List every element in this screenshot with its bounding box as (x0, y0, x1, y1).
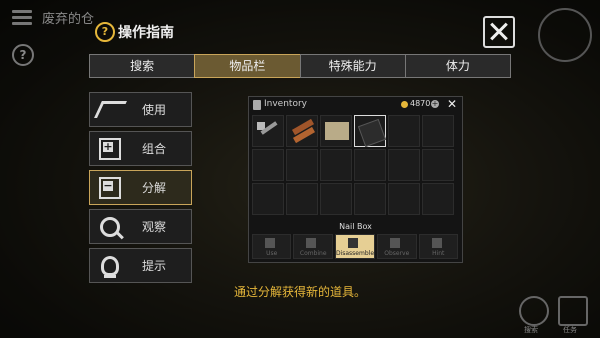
inventory-grid (252, 115, 458, 215)
quest-icon[interactable] (558, 296, 588, 326)
empty-slot[interactable] (388, 183, 420, 215)
tab-stamina[interactable]: 体力 (404, 54, 511, 78)
inv-use-button[interactable]: Use (252, 234, 292, 259)
empty-slot[interactable] (252, 149, 284, 181)
action-use[interactable]: 使用 (89, 92, 192, 127)
action-combine[interactable]: + 组合 (89, 131, 192, 166)
coin-icon (401, 101, 408, 108)
guide-caption: 通过分解获得新的道具。 (233, 285, 366, 299)
empty-slot[interactable] (354, 183, 386, 215)
location-title: 废弃的仓 (42, 12, 95, 27)
empty-slot[interactable] (422, 115, 454, 147)
item-paper-note[interactable] (320, 115, 352, 147)
inv-button-label: Observe (384, 250, 410, 257)
inv-button-label: Combine (299, 250, 327, 257)
inv-button-label: Disassemble (335, 250, 375, 257)
tab-inventory[interactable]: 物品栏 (194, 54, 301, 78)
guide-tabs: 搜索 物品栏 特殊能力 体力 (89, 54, 511, 78)
inventory-window: Inventory 4870 + ✕ Nail Box Use Combine … (248, 96, 463, 263)
magnifier-icon (90, 210, 130, 243)
item-hammer[interactable] (252, 115, 284, 147)
empty-slot[interactable] (320, 149, 352, 181)
empty-slot[interactable] (388, 115, 420, 147)
inventory-badge-icon (253, 100, 261, 110)
tab-search[interactable]: 搜索 (89, 54, 196, 78)
close-button[interactable] (483, 16, 515, 48)
inventory-header: Inventory 4870 + ✕ (249, 97, 462, 113)
action-disassemble[interactable]: − 分解 (89, 170, 192, 205)
empty-slot[interactable] (354, 149, 386, 181)
inv-observe-button[interactable]: Observe (377, 234, 417, 259)
search-icon[interactable] (519, 296, 549, 326)
action-label: 组合 (142, 142, 167, 156)
coin-count: 4870 (410, 99, 431, 108)
action-label: 观察 (142, 220, 167, 234)
search-label: 搜索 (524, 326, 538, 334)
empty-slot[interactable] (422, 183, 454, 215)
inventory-close-icon[interactable]: ✕ (447, 97, 457, 111)
empty-slot[interactable] (252, 183, 284, 215)
disassemble-icon: − (90, 171, 130, 204)
action-hint[interactable]: 提示 (89, 248, 192, 283)
inv-button-label: Hint (432, 250, 445, 257)
tab-special-ability[interactable]: 特殊能力 (299, 54, 406, 78)
guide-title: 操作指南 (118, 25, 174, 41)
combine-icon: + (90, 132, 130, 165)
action-list: 使用 + 组合 − 分解 观察 提示 (89, 92, 192, 287)
action-label: 使用 (142, 103, 167, 117)
compass-icon (538, 8, 592, 62)
inv-combine-button[interactable]: Combine (293, 234, 333, 259)
empty-slot[interactable] (286, 183, 318, 215)
quest-label: 任务 (563, 326, 577, 334)
selected-item-name: Nail Box (339, 222, 372, 231)
empty-slot[interactable] (320, 183, 352, 215)
guide-help-icon: ? (95, 22, 115, 42)
menu-icon[interactable] (12, 10, 32, 25)
inventory-actions: Use Combine Disassemble Observe Hint (252, 234, 458, 259)
action-observe[interactable]: 观察 (89, 209, 192, 244)
item-wood-planks[interactable] (286, 115, 318, 147)
empty-slot[interactable] (286, 149, 318, 181)
bulb-icon (90, 249, 130, 282)
inv-button-label: Use (266, 250, 278, 257)
action-label: 提示 (142, 259, 167, 273)
add-coins-icon[interactable]: + (431, 100, 439, 108)
empty-slot[interactable] (422, 149, 454, 181)
hand-icon (90, 93, 130, 126)
inventory-title: Inventory (264, 99, 307, 109)
inv-hint-button[interactable]: Hint (418, 234, 458, 259)
empty-slot[interactable] (388, 149, 420, 181)
item-nail-box[interactable] (354, 115, 387, 148)
help-icon[interactable]: ? (12, 44, 34, 66)
action-label: 分解 (142, 181, 167, 195)
inv-disassemble-button[interactable]: Disassemble (334, 234, 376, 259)
